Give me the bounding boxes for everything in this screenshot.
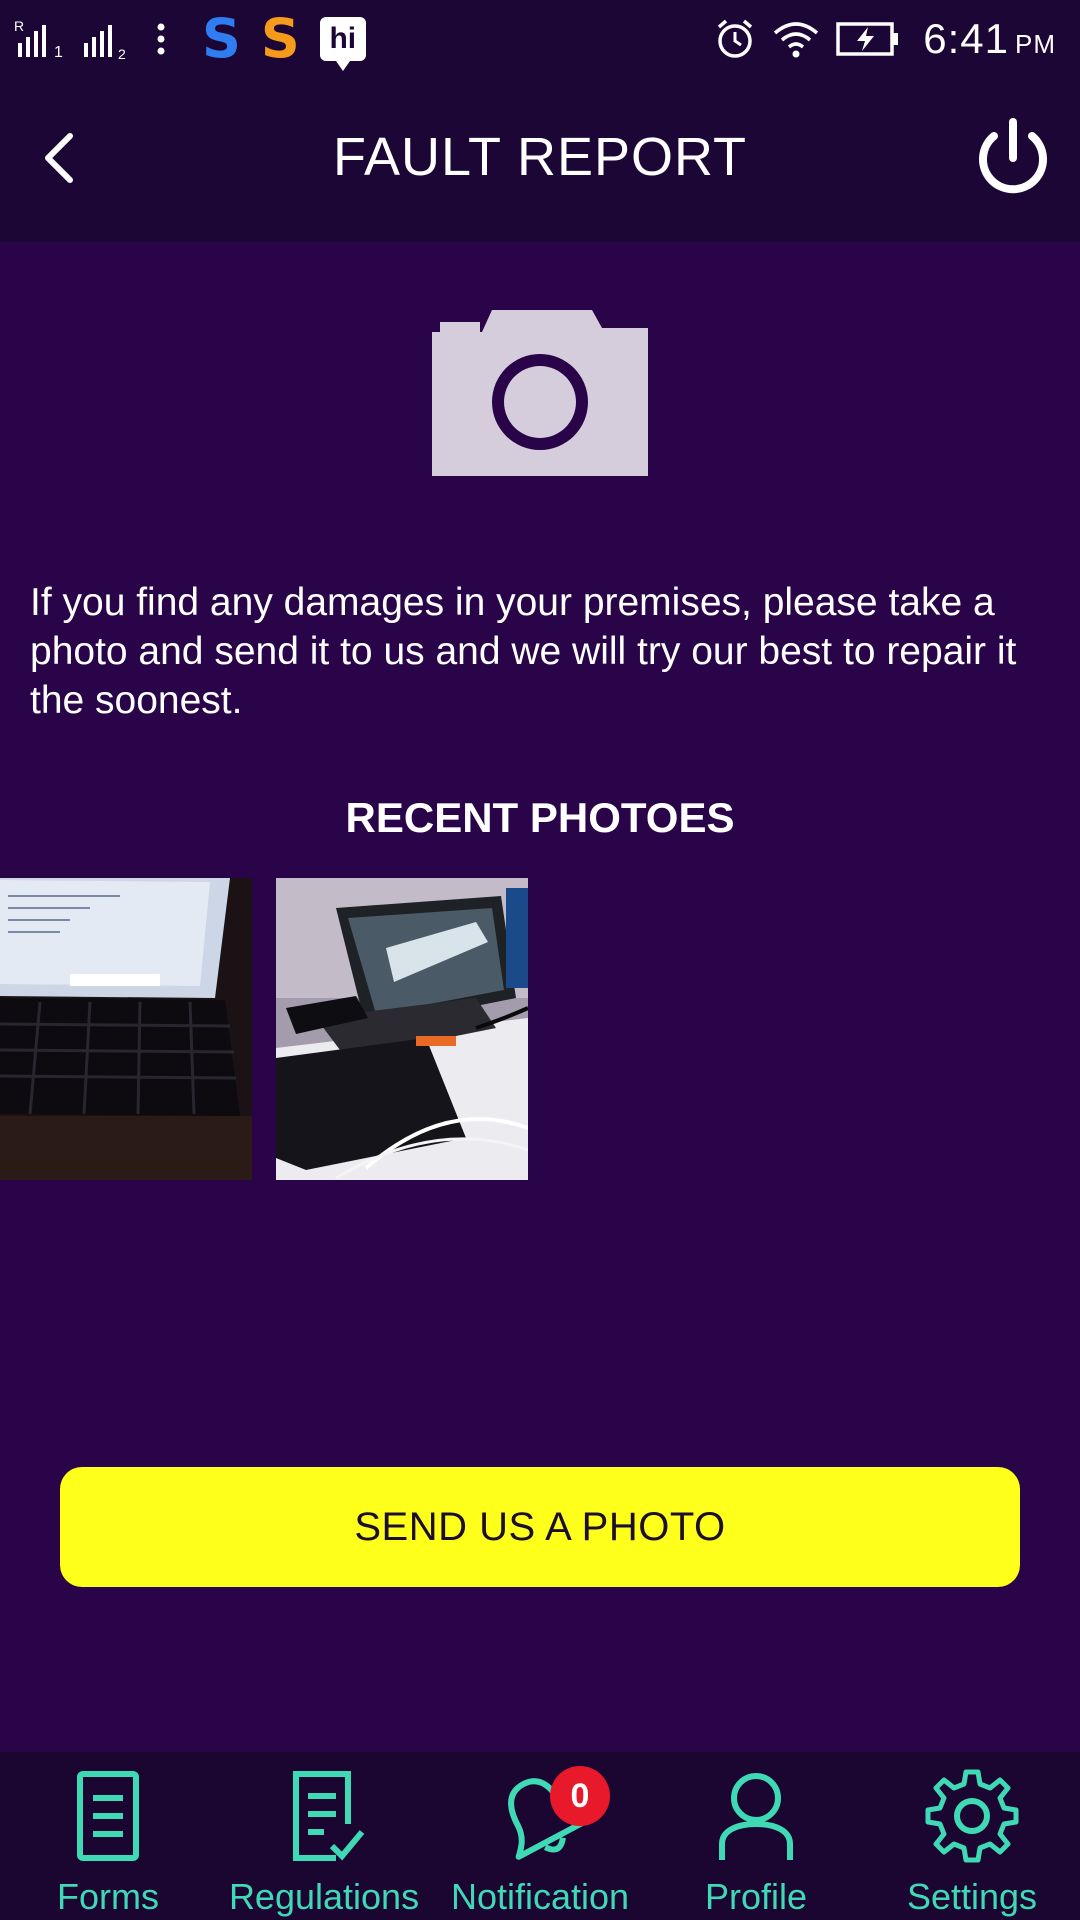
recent-photos-title: RECENT PHOTOES xyxy=(345,794,735,841)
s-orange-app-icon: S xyxy=(260,7,300,70)
nav-item-notification[interactable]: 0 Notification xyxy=(432,1752,648,1920)
nav-label-regulations: Regulations xyxy=(228,1876,420,1917)
s-blue-app-icon: S xyxy=(202,7,241,70)
send-photo-button[interactable]: SEND US A PHOTO xyxy=(60,1467,1020,1587)
regulations-icon xyxy=(293,1771,365,1861)
sim2-index: 2 xyxy=(118,46,126,61)
battery-charging-icon xyxy=(836,22,899,56)
status-ampm: PM xyxy=(1015,29,1056,59)
nav-item-forms[interactable]: Forms xyxy=(0,1752,216,1920)
nav-item-profile[interactable]: Profile xyxy=(648,1752,864,1920)
sim1-index: 1 xyxy=(54,44,63,61)
nav-label-profile: Profile xyxy=(704,1876,808,1917)
fault-report-description: If you find any damages in your premises… xyxy=(30,581,1017,722)
power-icon[interactable] xyxy=(974,116,1052,198)
signal-sim1-icon: R 1 xyxy=(14,18,63,61)
gear-icon xyxy=(925,1769,1019,1863)
page-title: FAULT REPORT xyxy=(332,127,748,187)
hi-app-icon: hi xyxy=(319,17,366,71)
nav-label-forms: Forms xyxy=(57,1876,159,1917)
nav-label-settings: Settings xyxy=(906,1876,1038,1917)
app-header: FAULT REPORT xyxy=(0,78,1080,242)
nav-item-settings[interactable]: Settings xyxy=(864,1752,1080,1920)
recent-photos-list xyxy=(0,878,1080,1180)
recent-photo-thumbnail[interactable] xyxy=(276,878,528,1180)
nav-item-regulations[interactable]: Regulations xyxy=(216,1752,432,1920)
laptop-photo-1 xyxy=(0,878,252,1180)
status-bar: R 1 2 S S hi 6:41 PM xyxy=(0,0,1080,78)
status-right: 6:41 PM xyxy=(713,8,1056,70)
wifi-icon xyxy=(774,22,819,58)
alarm-icon xyxy=(718,19,753,58)
signal-sim2-icon: 2 xyxy=(84,25,126,61)
profile-icon xyxy=(719,1773,793,1860)
camera-icon[interactable] xyxy=(432,310,648,476)
more-vert-icon xyxy=(157,23,165,55)
nav-label-notification: Notification xyxy=(450,1876,630,1917)
sim1-roaming-label: R xyxy=(14,18,24,34)
forms-icon xyxy=(77,1771,139,1861)
notification-badge: 0 xyxy=(550,1766,610,1826)
status-time: 6:41 PM xyxy=(923,15,1056,62)
recent-photo-thumbnail[interactable] xyxy=(0,878,252,1180)
laptop-photo-2 xyxy=(276,878,528,1180)
bottom-nav: Forms Regulations 0 Notification Profile xyxy=(0,1752,1080,1920)
status-left: R 1 2 S S hi xyxy=(14,7,366,71)
